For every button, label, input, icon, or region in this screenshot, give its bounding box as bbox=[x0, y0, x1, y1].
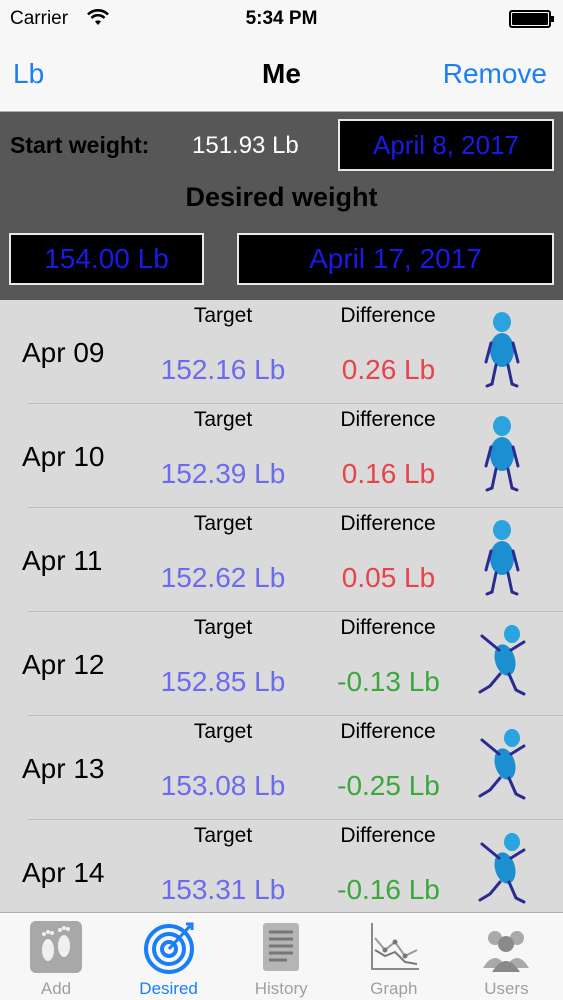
row-date: Apr 11 bbox=[22, 545, 103, 576]
target-label: Target bbox=[193, 408, 253, 431]
tab-desired[interactable]: Desired bbox=[113, 913, 225, 1000]
difference-label: Difference bbox=[340, 720, 436, 743]
row-date: Apr 13 bbox=[22, 753, 105, 784]
start-weight-value: 151.93 Lb bbox=[192, 132, 299, 159]
target-value: 153.08 Lb bbox=[160, 770, 286, 801]
list-item[interactable]: Apr 13 Target Difference 153.08 Lb -0.25 Lb bbox=[0, 716, 563, 820]
jumping-figure-icon bbox=[474, 726, 530, 806]
remove-button[interactable]: Remove bbox=[443, 58, 547, 90]
difference-value: 0.16 Lb bbox=[341, 458, 436, 489]
status-bar: Carrier 5:34 PM bbox=[0, 0, 563, 38]
difference-value: 0.05 Lb bbox=[341, 562, 436, 593]
desired-weight-label: Desired weight bbox=[185, 182, 378, 212]
target-value: 153.31 Lb bbox=[160, 874, 286, 905]
tab-history[interactable]: History bbox=[225, 913, 337, 1000]
row-date: Apr 10 bbox=[22, 441, 105, 472]
row-date: Apr 09 bbox=[22, 337, 105, 368]
users-icon bbox=[479, 920, 533, 974]
standing-figure-icon bbox=[474, 310, 530, 390]
difference-value: -0.13 Lb bbox=[337, 666, 440, 697]
row-date: Apr 14 bbox=[22, 857, 105, 888]
start-date-field[interactable]: April 8, 2017 bbox=[338, 119, 554, 171]
tab-label: Add bbox=[40, 979, 72, 998]
row-date: Apr 12 bbox=[22, 649, 105, 680]
battery-icon bbox=[509, 10, 554, 28]
target-value: 152.62 Lb bbox=[160, 562, 286, 593]
target-label: Target bbox=[193, 512, 253, 535]
tab-label: Desired bbox=[139, 979, 198, 998]
target-value: 152.39 Lb bbox=[160, 458, 286, 489]
jumping-figure-icon bbox=[474, 830, 530, 910]
target-icon bbox=[142, 920, 196, 974]
graph-icon bbox=[367, 920, 421, 974]
tab-graph[interactable]: Graph bbox=[338, 913, 450, 1000]
list-item[interactable]: Apr 09 Target Difference 152.16 Lb 0.26 Lb bbox=[0, 300, 563, 404]
standing-figure-icon bbox=[474, 518, 530, 598]
difference-label: Difference bbox=[340, 616, 436, 639]
list-item[interactable]: Apr 10 Target Difference 152.39 Lb 0.16 Lb bbox=[0, 404, 563, 508]
footprints-icon bbox=[29, 920, 83, 974]
list-item[interactable]: Apr 14 Target Difference 153.31 Lb -0.16 Lb bbox=[0, 820, 563, 912]
target-label: Target bbox=[193, 824, 253, 847]
target-value: 152.85 Lb bbox=[160, 666, 286, 697]
nav-bar: Lb Me Remove bbox=[0, 38, 563, 112]
tab-label: Graph bbox=[370, 979, 418, 998]
tab-add[interactable]: Add bbox=[0, 913, 112, 1000]
tab-label: Users bbox=[484, 979, 529, 998]
standing-figure-icon bbox=[474, 414, 530, 494]
difference-label: Difference bbox=[340, 824, 436, 847]
desired-date-field[interactable]: April 17, 2017 bbox=[237, 233, 554, 285]
start-weight-label: Start weight: bbox=[10, 132, 150, 158]
difference-value: -0.16 Lb bbox=[337, 874, 440, 905]
target-value: 152.16 Lb bbox=[160, 354, 286, 385]
clock: 5:34 PM bbox=[245, 8, 318, 29]
target-label: Target bbox=[193, 304, 253, 327]
difference-value: 0.26 Lb bbox=[341, 354, 436, 385]
target-list[interactable]: Apr 09 Target Difference 152.16 Lb 0.26 Lb Ap… bbox=[0, 300, 563, 912]
jumping-figure-icon bbox=[474, 622, 530, 702]
tab-bar: Add Desired History Graph Users bbox=[0, 912, 563, 1000]
goal-summary: Start weight: 151.93 Lb April 8, 2017 De… bbox=[0, 112, 563, 300]
difference-label: Difference bbox=[340, 408, 436, 431]
tab-label: History bbox=[254, 979, 308, 998]
target-label: Target bbox=[193, 720, 253, 743]
difference-value: -0.25 Lb bbox=[337, 770, 440, 801]
difference-label: Difference bbox=[340, 304, 436, 327]
desired-weight-field[interactable]: 154.00 Lb bbox=[9, 233, 204, 285]
tab-users[interactable]: Users bbox=[450, 913, 562, 1000]
document-icon bbox=[254, 920, 308, 974]
list-item[interactable]: Apr 12 Target Difference 152.85 Lb -0.13 Lb bbox=[0, 612, 563, 716]
difference-label: Difference bbox=[340, 512, 436, 535]
target-label: Target bbox=[193, 616, 253, 639]
list-item[interactable]: Apr 11 Target Difference 152.62 Lb 0.05 Lb bbox=[0, 508, 563, 612]
